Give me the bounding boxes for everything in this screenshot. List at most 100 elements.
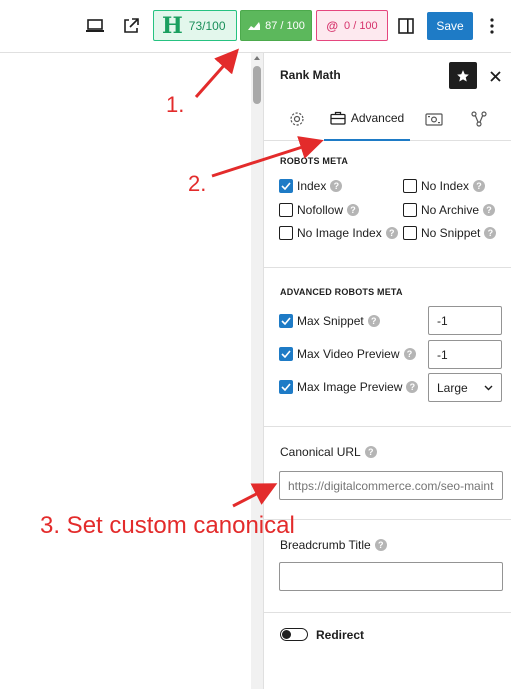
checkmark-icon [281, 383, 291, 391]
tab-schema[interactable] [464, 97, 494, 141]
panel-tabs: Advanced [264, 97, 511, 141]
checkbox-noimageindex[interactable] [279, 226, 293, 240]
robots-meta-title: ROBOTS META [280, 156, 349, 166]
checkbox-max-image-preview[interactable] [279, 380, 293, 394]
robots-option-noindex[interactable]: No Index ? [403, 179, 486, 193]
tab-social[interactable] [419, 97, 449, 141]
hemingway-score-value: 73/100 [188, 18, 226, 33]
checkbox-label: Nofollow [297, 203, 344, 217]
panel-title: Rank Math [280, 68, 341, 82]
advanced-robots-title: ADVANCED ROBOTS META [280, 287, 403, 297]
help-icon[interactable]: ? [385, 227, 398, 239]
content-ai-score-value: 0 / 100 [344, 19, 378, 32]
schema-icon [471, 111, 487, 127]
checkbox-label: No Snippet [421, 226, 481, 240]
max-snippet-input[interactable]: -1 [428, 306, 502, 335]
checkbox-label: No Archive [421, 203, 480, 217]
checkbox-nosnippet[interactable] [403, 226, 417, 240]
help-icon[interactable]: ? [374, 539, 387, 551]
max-video-preview-input[interactable]: -1 [428, 340, 502, 369]
help-icon[interactable]: ? [473, 180, 486, 192]
robots-option-nofollow[interactable]: Nofollow ? [279, 203, 360, 217]
social-card-icon [425, 112, 443, 126]
annotation-step2: 2. [188, 171, 207, 196]
gear-icon [290, 112, 304, 126]
annotation-step3: 3. Set custom canonical [40, 512, 295, 539]
canonical-label-text: Canonical URL [280, 445, 361, 459]
hemingway-score-badge[interactable]: H 73/100 [153, 10, 237, 41]
annotation-step1: 1. [166, 92, 185, 117]
star-icon [457, 69, 469, 82]
pin-star-button[interactable] [449, 62, 477, 89]
tab-general[interactable] [282, 97, 312, 141]
redirect-toggle[interactable] [280, 628, 308, 641]
editor-toolbar: H 73/100 87 / 100 @ 0 / 100 Save [0, 0, 511, 53]
robots-option-noimageindex[interactable]: No Image Index ? [279, 226, 398, 240]
max-video-preview-row[interactable]: Max Video Preview ? [279, 347, 416, 361]
help-icon[interactable]: ? [484, 227, 497, 239]
help-icon[interactable]: ? [347, 204, 360, 216]
briefcase-icon [330, 111, 346, 125]
tab-advanced-label: Advanced [350, 111, 405, 125]
content-ai-score-badge[interactable]: @ 0 / 100 [316, 10, 388, 41]
checkbox-index[interactable] [279, 179, 293, 193]
help-icon[interactable]: ? [403, 348, 416, 360]
checkbox-label: Index [297, 179, 327, 193]
save-button[interactable]: Save [427, 12, 473, 40]
checkbox-noarchive[interactable] [403, 203, 417, 217]
canonical-url-input[interactable]: https://digitalcommerce.com/seo-maint [279, 471, 503, 500]
max-snippet-row[interactable]: Max Snippet ? [279, 314, 380, 328]
redirect-label: Redirect [316, 628, 365, 642]
close-panel-button[interactable] [486, 67, 504, 85]
breadcrumb-section: Breadcrumb Title ? [264, 520, 511, 613]
canonical-label: Canonical URL ? [280, 445, 377, 459]
help-icon[interactable]: ? [367, 315, 380, 327]
checkbox-label: Max Video Preview [297, 347, 400, 361]
content-ai-icon: @ [326, 18, 339, 33]
robots-option-noarchive[interactable]: No Archive ? [403, 203, 496, 217]
hemingway-logo-icon: H [162, 12, 183, 39]
checkbox-label: Max Image Preview [297, 380, 403, 394]
scrollbar-track[interactable] [251, 53, 263, 689]
toggle-knob [282, 630, 291, 639]
help-icon[interactable]: ? [364, 446, 377, 458]
external-link-icon[interactable] [119, 14, 143, 38]
rankmath-sidebar-panel: Rank Math Advanced ROBOTS META Index ? N… [263, 53, 511, 689]
robots-option-index[interactable]: Index ? [279, 179, 343, 193]
checkbox-label: No Index [421, 179, 470, 193]
arrow-step1 [194, 48, 239, 98]
select-value: Large [437, 380, 468, 395]
rankmath-logo-icon [248, 21, 261, 30]
help-icon[interactable]: ? [330, 180, 343, 192]
checkbox-label: No Image Index [297, 226, 382, 240]
checkbox-max-video-preview[interactable] [279, 347, 293, 361]
breadcrumb-label-text: Breadcrumb Title [280, 538, 371, 552]
more-options-icon[interactable] [482, 14, 502, 38]
help-icon[interactable]: ? [406, 381, 419, 393]
checkbox-max-snippet[interactable] [279, 314, 293, 328]
checkmark-icon [281, 317, 291, 325]
rankmath-score-value: 87 / 100 [265, 19, 305, 32]
breadcrumb-label: Breadcrumb Title ? [280, 538, 387, 552]
robots-option-nosnippet[interactable]: No Snippet ? [403, 226, 497, 240]
panel-header: Rank Math [264, 53, 511, 97]
sidebar-toggle-icon[interactable] [394, 14, 418, 38]
breadcrumb-title-input[interactable] [279, 562, 503, 591]
scrollbar-thumb[interactable] [253, 66, 261, 104]
checkbox-noindex[interactable] [403, 179, 417, 193]
checkbox-nofollow[interactable] [279, 203, 293, 217]
close-icon [489, 70, 501, 82]
checkbox-label: Max Snippet [297, 314, 364, 328]
max-image-preview-select[interactable]: Large [428, 373, 502, 402]
tab-advanced[interactable]: Advanced [324, 97, 410, 141]
robots-meta-section: ROBOTS META Index ? No Index ? Nofollow … [264, 141, 511, 268]
chevron-down-icon [484, 385, 493, 390]
canonical-section: Canonical URL ? https://digitalcommerce.… [264, 427, 511, 520]
checkmark-icon [281, 350, 291, 358]
desktop-preview-icon[interactable] [83, 14, 107, 38]
advanced-robots-section: ADVANCED ROBOTS META Max Snippet ? -1 Ma… [264, 268, 511, 427]
scroll-up-arrow-icon[interactable] [254, 56, 260, 60]
rankmath-score-badge[interactable]: 87 / 100 [240, 10, 312, 41]
max-image-preview-row[interactable]: Max Image Preview ? [279, 380, 419, 394]
help-icon[interactable]: ? [483, 204, 496, 216]
